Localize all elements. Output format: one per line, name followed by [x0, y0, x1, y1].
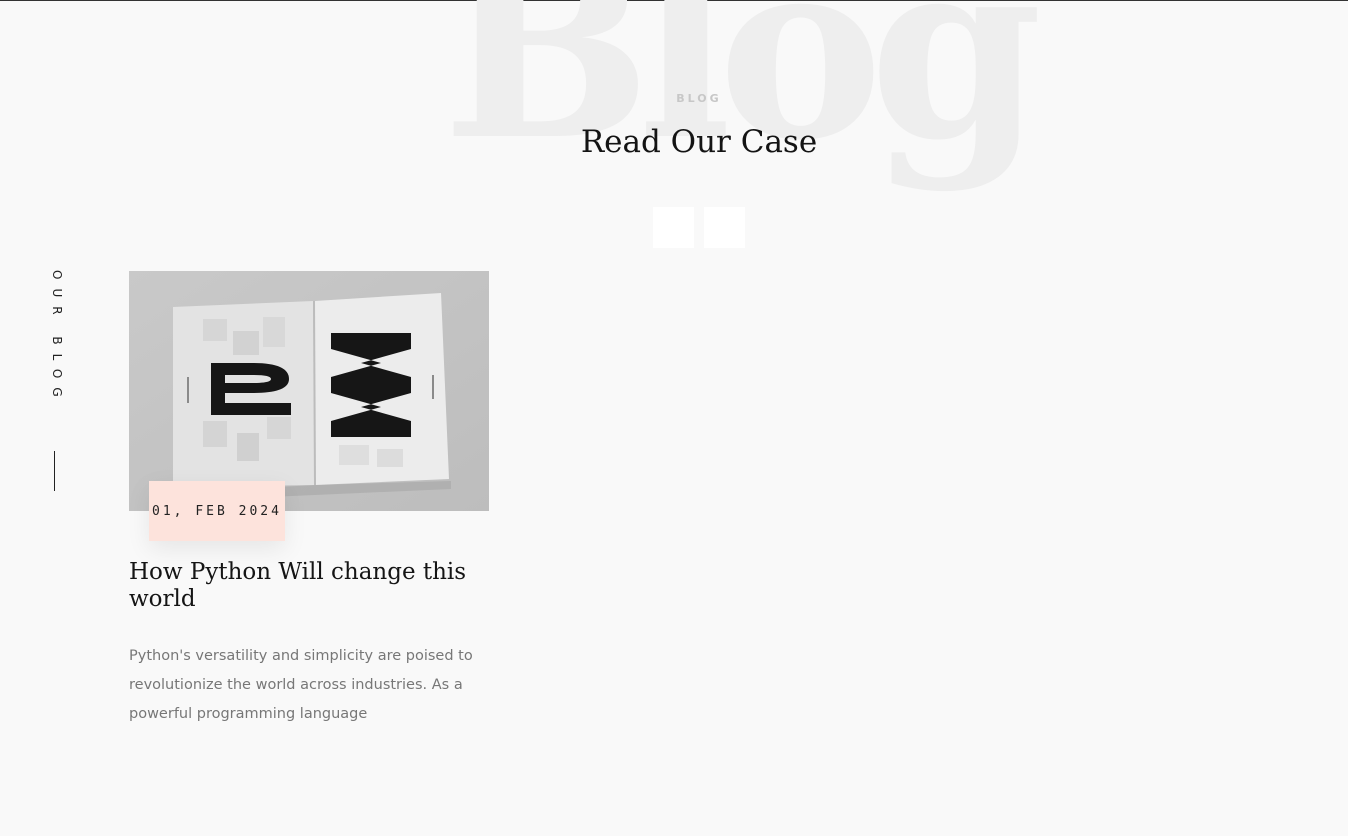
blog-card-image-link[interactable]: [129, 271, 489, 511]
post-date-badge: 01, FEB 2024: [149, 481, 285, 541]
section-eyebrow: BLOG: [676, 92, 722, 105]
side-vertical-line: [54, 451, 55, 491]
side-vertical-label: OUR BLOG: [50, 270, 64, 406]
blog-card: [129, 271, 489, 511]
carousel-prev-button[interactable]: [653, 207, 694, 248]
carousel-next-button[interactable]: [704, 207, 745, 248]
post-title-link[interactable]: How Python Will change this world: [129, 559, 489, 613]
post-excerpt: Python's versatility and simplicity are …: [129, 648, 473, 722]
open-magazine-image: [129, 271, 489, 511]
section-title: Read Our Case: [580, 124, 818, 160]
